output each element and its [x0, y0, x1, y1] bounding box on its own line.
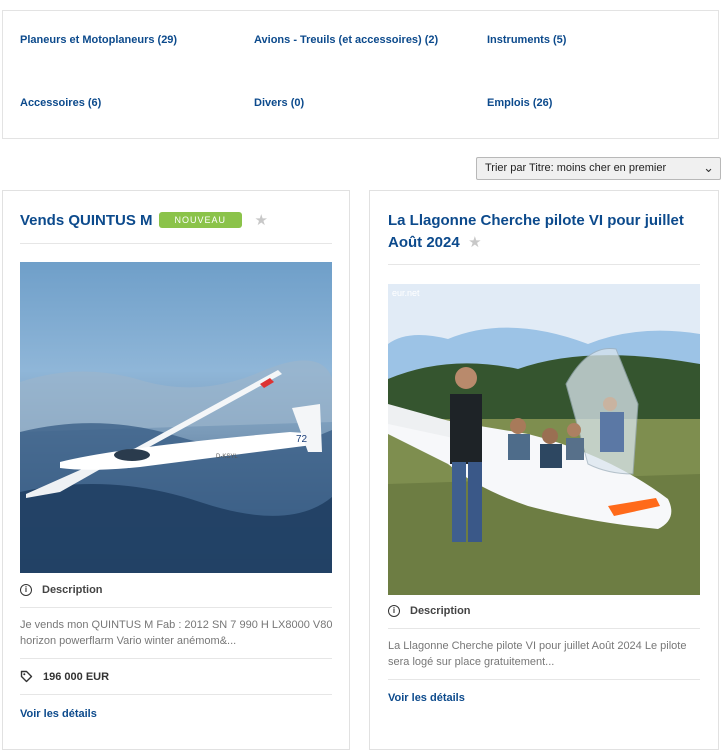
listing-description: La Llagonne Cherche pilote VI pour juill… [388, 640, 687, 668]
favorite-star-icon[interactable]: ★ [255, 212, 268, 229]
sort-select[interactable]: Trier par Titre: moins cher en premier ⌄ [476, 157, 721, 180]
category-link-planeurs[interactable]: Planeurs et Motoplaneurs (29) [20, 34, 177, 46]
listing-photo[interactable]: 72 D-KSYL [20, 262, 332, 573]
category-link-accessoires[interactable]: Accessoires (6) [20, 97, 101, 109]
listing-photo[interactable]: eur.net [388, 284, 700, 595]
details-link[interactable]: Voir les détails [388, 692, 465, 704]
listing-price: 196 000 EUR [43, 670, 110, 683]
category-link-divers[interactable]: Divers (0) [254, 97, 304, 109]
category-link-emplois[interactable]: Emplois (26) [487, 97, 552, 109]
listing-title-row: La Llagonne Cherche pilote VI pour juill… [388, 210, 704, 254]
category-panel: Planeurs et Motoplaneurs (29) Avions - T… [2, 10, 719, 139]
description-label: Description [42, 584, 103, 596]
category-link-instruments[interactable]: Instruments (5) [487, 34, 566, 46]
listing-title-row: Vends QUINTUS M NOUVEAU ★ [20, 210, 340, 232]
divider [388, 628, 700, 629]
chevron-down-icon: ⌄ [703, 160, 714, 175]
price-tag-icon [20, 670, 33, 683]
divider [20, 607, 332, 608]
sort-select-value: Trier par Titre: moins cher en premier [485, 162, 667, 174]
divider [388, 264, 700, 265]
photo-watermark-text: eur.net [392, 288, 420, 298]
listing-description: Je vends mon QUINTUS M Fab : 2012 SN 7 9… [20, 619, 333, 647]
listing-title[interactable]: La Llagonne Cherche pilote VI pour juill… [388, 212, 684, 251]
divider [20, 694, 332, 695]
details-link[interactable]: Voir les détails [20, 708, 97, 720]
description-label-row: i Description [388, 605, 471, 617]
divider [20, 243, 332, 244]
description-label-row: i Description [20, 584, 103, 596]
listing-card: Vends QUINTUS M NOUVEAU ★ 72 D-KSYL i De… [2, 190, 350, 750]
divider [388, 679, 700, 680]
tail-number-text: 72 [296, 434, 308, 445]
price-row: 196 000 EUR [20, 670, 109, 683]
divider [20, 658, 332, 659]
registration-text: D-KSYL [216, 454, 238, 460]
category-link-avions[interactable]: Avions - Treuils (et accessoires) (2) [254, 34, 438, 46]
favorite-star-icon[interactable]: ★ [468, 234, 481, 251]
info-icon: i [20, 584, 32, 596]
description-label: Description [410, 605, 471, 617]
new-badge: NOUVEAU [158, 212, 243, 228]
info-icon: i [388, 605, 400, 617]
listing-card: La Llagonne Cherche pilote VI pour juill… [369, 190, 719, 750]
listing-title[interactable]: Vends QUINTUS M [20, 212, 153, 229]
